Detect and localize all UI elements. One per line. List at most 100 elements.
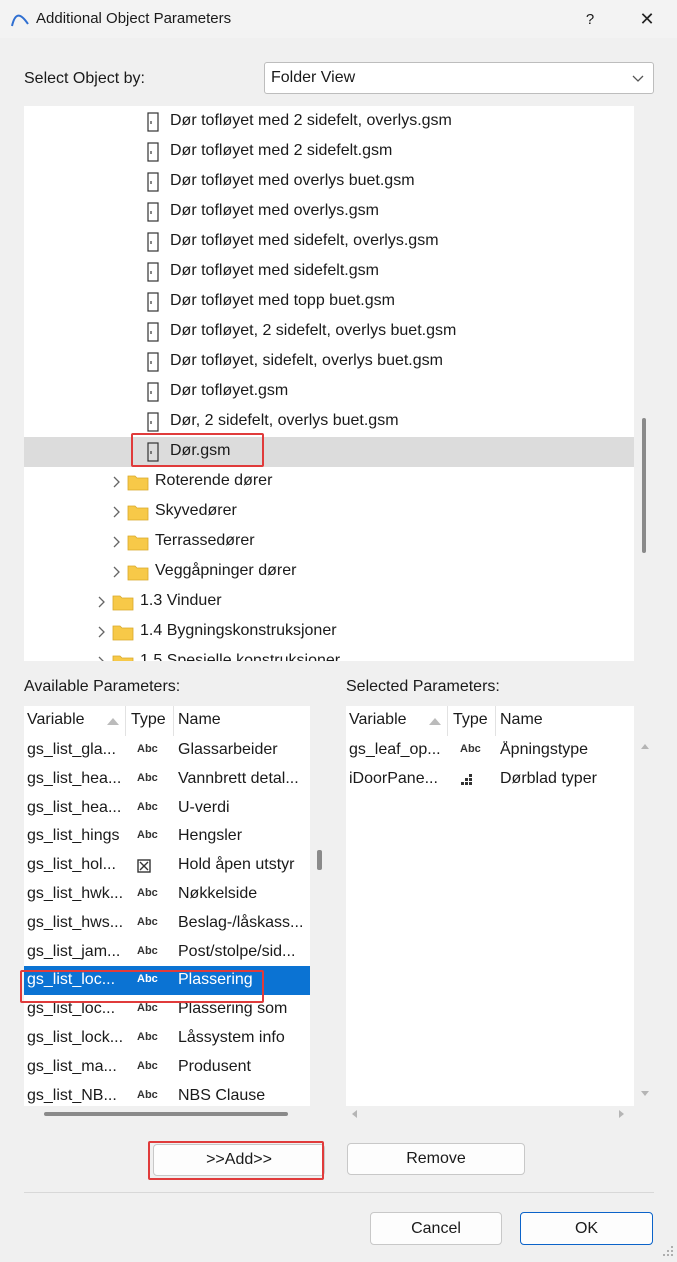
tree-file-item[interactable]: Dør tofløyet.gsm [24,377,634,407]
name-cell: Beslag-/låskass... [178,913,304,931]
tree-file-item[interactable]: Dør tofløyet med 2 sidefelt, overlys.gsm [24,107,634,137]
variable-cell: gs_list_hea... [27,769,122,787]
column-name[interactable]: Name [500,711,543,729]
tree-file-item[interactable]: Dør tofløyet med topp buet.gsm [24,287,634,317]
highlight-box [131,433,264,467]
parameter-row[interactable]: gs_list_lock... Abc Låssystem info [24,1024,310,1053]
name-cell: NBS Clause [178,1086,266,1104]
help-button[interactable]: ? [576,6,604,34]
select-object-by-dropdown[interactable]: Folder View [264,62,654,94]
parameter-row[interactable]: gs_list_hol... Hold åpen utstyr [24,851,310,880]
door-file-icon [147,262,159,282]
text-type-icon: Abc [137,800,158,813]
column-name[interactable]: Name [178,711,221,729]
tree-folder-item[interactable]: Skyvedører [24,497,634,527]
tree-folder-item[interactable]: 1.4 Bygningskonstruksjoner [24,617,634,647]
tree-scrollbar-thumb[interactable] [642,418,646,553]
scroll-left-icon[interactable] [350,1109,358,1119]
dropdown-value: Folder View [271,69,356,86]
available-parameters-list[interactable]: Variable Type Name gs_list_gla... Abc Glas… [24,706,310,1106]
tree-folder-item[interactable]: Veggåpninger dører [24,557,634,587]
name-cell: Låssystem info [178,1029,285,1046]
list-header: Variable Type Name [24,706,310,736]
tree-file-item[interactable]: Dør.gsm [24,437,634,467]
column-type[interactable]: Type [453,711,488,729]
tree-file-item[interactable]: Dør tofløyet med sidefelt.gsm [24,257,634,287]
remove-button[interactable]: Remove [347,1143,525,1175]
parameter-row[interactable]: gs_list_hea... Abc Vannbrett detal... [24,765,310,794]
parameter-row[interactable]: gs_list_hwk... Abc Nøkkelside [24,880,310,909]
variable-cell: iDoorPane... [349,770,438,787]
text-type-icon: Abc [460,743,481,755]
cancel-button[interactable]: Cancel [370,1212,502,1245]
variable-cell: gs_list_hea... [27,798,122,816]
select-object-by-label: Select Object by: [24,70,145,87]
chevron-right-icon[interactable] [111,505,121,519]
parameter-row[interactable]: gs_list_hea... Abc U-verdi [24,794,310,823]
tree-item-label: 1.4 Bygningskonstruksjoner [140,622,337,639]
variable-cell: gs_list_ma... [27,1057,117,1075]
close-button[interactable]: ✕ [630,4,664,34]
column-variable[interactable]: Variable [349,711,407,729]
tree-folder-item[interactable]: 1.3 Vinduer [24,587,634,617]
tree-file-item[interactable]: Dør tofløyet med overlys buet.gsm [24,167,634,197]
app-icon [11,14,29,27]
selected-parameters-list[interactable]: Variable Type Name gs_leaf_op... Abc Åpnin… [346,706,634,1106]
tree-file-item[interactable]: Dør tofløyet med 2 sidefelt.gsm [24,137,634,167]
parameter-row[interactable]: gs_list_NB... Abc NBS Clause [24,1082,310,1106]
scroll-down-icon[interactable] [640,1090,650,1098]
column-type[interactable]: Type [131,711,166,729]
sort-up-icon [107,718,119,725]
tree-folder-item[interactable]: 1.5 Spesielle konstruksjoner [24,647,634,661]
name-cell: Hold åpen utstyr [178,856,295,874]
tree-file-item[interactable]: Dør tofløyet, 2 sidefelt, overlys buet.g… [24,317,634,347]
folder-tree[interactable]: Dør tofløyet med 2 sidefelt, overlys.gsm… [24,106,634,661]
variable-cell: gs_list_gla... [27,741,116,758]
chevron-right-icon[interactable] [111,475,121,489]
tree-item-label: Dør tofløyet med overlys buet.gsm [170,172,415,189]
chevron-right-icon[interactable] [111,565,121,579]
scroll-up-icon[interactable] [640,742,650,750]
available-hscrollbar-thumb[interactable] [44,1112,288,1116]
ok-button[interactable]: OK [520,1212,653,1245]
variable-cell: gs_list_lock... [27,1029,123,1046]
door-file-icon [147,112,159,132]
text-type-icon: Abc [137,743,158,755]
chevron-right-icon[interactable] [96,655,106,661]
scroll-right-icon[interactable] [618,1109,626,1119]
column-variable[interactable]: Variable [27,711,85,729]
parameter-row[interactable]: gs_list_hings Abc Hengsler [24,822,310,851]
tree-file-item[interactable]: Dør tofløyet med sidefelt, overlys.gsm [24,227,634,257]
tree-item-label: Dør tofløyet, 2 sidefelt, overlys buet.g… [170,322,457,339]
available-scrollbar-thumb[interactable] [317,850,322,870]
tree-file-item[interactable]: Dør, 2 sidefelt, overlys buet.gsm [24,407,634,437]
chevron-right-icon[interactable] [111,535,121,549]
tree-folder-item[interactable]: Terrassedører [24,527,634,557]
folder-icon [112,625,134,641]
tree-scrollbar[interactable] [638,106,650,661]
selected-parameters-label: Selected Parameters: [346,678,500,695]
resize-grip-icon[interactable] [662,1245,674,1257]
parameter-row[interactable]: gs_list_gla... Abc Glassarbeider [24,736,310,765]
parameter-row[interactable]: gs_leaf_op... Abc Åpningstype [346,736,634,765]
name-cell: Produsent [178,1057,251,1075]
folder-icon [127,535,149,551]
door-file-icon [147,352,159,372]
tree-file-item[interactable]: Dør tofløyet, sidefelt, overlys buet.gsm [24,347,634,377]
tree-file-item[interactable]: Dør tofløyet med overlys.gsm [24,197,634,227]
parameter-row[interactable]: gs_list_jam... Abc Post/stolpe/sid... [24,938,310,967]
parameter-row[interactable]: gs_list_hws... Abc Beslag-/låskass... [24,909,310,938]
tree-folder-item[interactable]: Roterende dører [24,467,634,497]
name-cell: Vannbrett detal... [178,769,299,787]
folder-icon [112,595,134,611]
chevron-right-icon[interactable] [96,625,106,639]
chevron-right-icon[interactable] [96,595,106,609]
parameter-row[interactable]: gs_list_ma... Abc Produsent [24,1053,310,1082]
door-file-icon [147,292,159,312]
boolean-type-icon [137,859,151,873]
folder-icon [127,505,149,521]
parameter-row[interactable]: iDoorPane... Dørblad typer [346,765,634,794]
door-file-icon [147,412,159,432]
variable-cell: gs_list_hwk... [27,885,123,902]
divider [24,1192,654,1193]
